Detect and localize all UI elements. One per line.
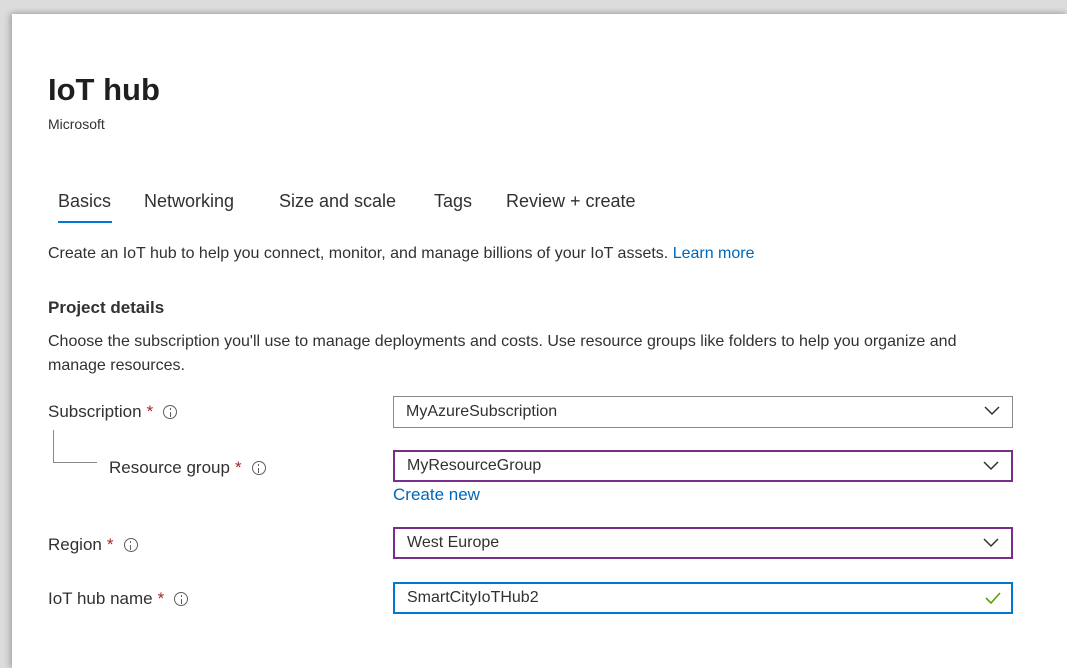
tree-connector-vertical [53, 430, 54, 462]
info-icon[interactable] [123, 538, 138, 552]
create-new-link[interactable]: Create new [393, 485, 480, 505]
info-icon[interactable] [163, 405, 178, 419]
tab-tags[interactable]: Tags [434, 191, 472, 212]
project-details-description: Choose the subscription you'll use to ma… [48, 333, 957, 374]
active-tab-indicator [58, 221, 112, 223]
intro-text: Create an IoT hub to help you connect, m… [48, 245, 755, 263]
create-iot-hub-panel: IoT hub Microsoft Basics Networking Size… [12, 14, 1067, 668]
resource-group-label: Resource group [109, 458, 230, 477]
chevron-down-icon [983, 461, 999, 471]
tab-basics[interactable]: Basics [58, 191, 111, 212]
resource-group-label-row: Resource group * [109, 458, 266, 478]
resource-group-dropdown[interactable]: MyResourceGroup [393, 450, 1013, 482]
region-label-row: Region * [48, 535, 138, 555]
region-label: Region [48, 535, 102, 554]
region-dropdown[interactable]: West Europe [393, 527, 1013, 559]
chevron-down-icon [983, 538, 999, 548]
project-details-heading: Project details [48, 298, 165, 317]
page-title: IoT hub [48, 72, 160, 107]
tab-size-and-scale[interactable]: Size and scale [279, 191, 396, 212]
resource-group-value: MyResourceGroup [407, 457, 542, 474]
region-value: West Europe [407, 534, 500, 551]
info-icon[interactable] [251, 461, 266, 475]
learn-more-link[interactable]: Learn more [673, 245, 755, 262]
required-marker: * [106, 535, 114, 554]
required-marker: * [146, 402, 154, 421]
hub-name-input[interactable]: SmartCityIoTHub2 [393, 582, 1013, 614]
subscription-label: Subscription [48, 402, 142, 421]
subscription-value: MyAzureSubscription [406, 403, 558, 420]
chevron-down-icon [984, 406, 1000, 416]
tab-review-create[interactable]: Review + create [506, 191, 636, 212]
publisher-label: Microsoft [48, 116, 105, 132]
required-marker: * [234, 458, 242, 477]
intro-description: Create an IoT hub to help you connect, m… [48, 245, 669, 262]
required-marker: * [157, 589, 165, 608]
tab-networking[interactable]: Networking [144, 191, 234, 212]
tree-connector-horizontal [53, 462, 97, 463]
subscription-label-row: Subscription * [48, 402, 178, 422]
subscription-dropdown[interactable]: MyAzureSubscription [393, 396, 1013, 428]
info-icon[interactable] [174, 592, 189, 606]
hub-name-value: SmartCityIoTHub2 [407, 589, 539, 606]
hub-name-label: IoT hub name [48, 589, 153, 608]
checkmark-icon [985, 592, 1001, 604]
hub-name-label-row: IoT hub name * [48, 589, 189, 609]
